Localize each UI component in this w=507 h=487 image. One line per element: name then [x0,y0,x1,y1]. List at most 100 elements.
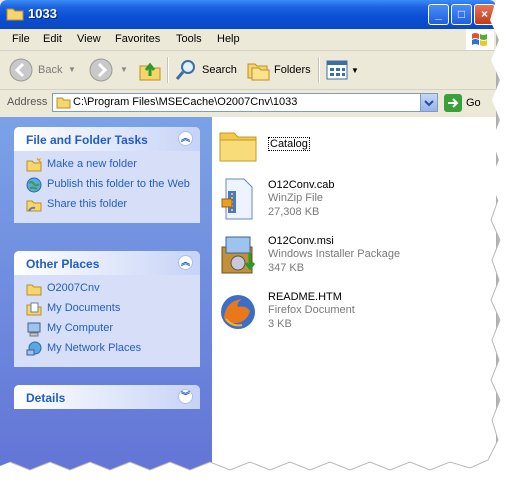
expand-chevron-icon[interactable]: ︾ [178,389,193,404]
views-icon [326,60,348,80]
menu-bar: File Edit View Favorites Tools Help [0,29,496,51]
file-name: Catalog [268,137,310,151]
file-name: README.HTM [268,291,342,303]
network-places-icon [26,341,42,356]
views-button[interactable]: ▼ [326,60,359,80]
toolbar-separator [318,57,320,83]
address-label: Address [7,96,48,108]
task-make-new-folder[interactable]: Make a new folder [14,155,200,175]
window-title: 1033 [28,6,57,21]
menu-favorites[interactable]: Favorites [115,33,160,45]
place-label: O2007Cnv [47,282,100,294]
file-name: O12Conv.msi [268,235,334,247]
file-item-readme-htm[interactable]: README.HTM Firefox Document 3 KB [216,289,355,333]
place-label: My Documents [47,302,121,314]
explorer-window: 1033 _ □ × File Edit View Favorites Tool… [0,0,496,470]
address-bar: Address C:\Program Files\MSECache\O2007C… [0,90,496,116]
search-button[interactable]: Search [174,58,237,82]
up-folder-icon [139,62,161,81]
folders-label: Folders [274,64,311,76]
back-dropdown-icon[interactable]: ▼ [68,65,76,74]
my-documents-icon [26,302,42,316]
place-label: My Computer [47,322,114,334]
file-type: Windows Installer Package [268,248,401,260]
task-label: Publish this folder to the Web [47,178,190,190]
panel-header[interactable]: File and Folder Tasks ︽ [14,127,200,151]
address-input[interactable]: C:\Program Files\MSECache\O2007Cnv\1033 [52,93,438,112]
forward-arrow-icon [89,58,113,82]
file-type: WinZip File [268,192,324,204]
other-places-panel: Other Places ︽ O2007Cnv My Documents My … [14,251,200,367]
file-item-o12conv-cab[interactable]: O12Conv.cab WinZip File 27,308 KB [216,177,334,221]
address-path: C:\Program Files\MSECache\O2007Cnv\1033 [73,96,298,108]
forward-dropdown-icon[interactable]: ▼ [120,65,128,74]
go-arrow-icon [444,94,462,112]
file-name: O12Conv.cab [268,179,335,191]
details-panel: Details ︾ [14,385,200,409]
task-label: Share this folder [47,198,128,210]
collapse-chevron-icon[interactable]: ︽ [178,131,193,146]
folder-icon [26,284,42,296]
search-label: Search [202,64,237,76]
panel-title: File and Folder Tasks [26,133,148,147]
folder-icon [6,8,24,21]
file-item-catalog[interactable]: Catalog [216,123,310,167]
file-size: 3 KB [268,318,292,330]
close-button[interactable]: × [474,4,495,25]
panel-body: O2007Cnv My Documents My Computer My Net… [14,275,200,367]
task-publish-web[interactable]: Publish this folder to the Web [14,175,200,195]
file-item-o12conv-msi[interactable]: O12Conv.msi Windows Installer Package 34… [216,233,400,277]
panel-header[interactable]: Details ︾ [14,385,200,409]
windows-logo [466,29,494,50]
views-dropdown-icon: ▼ [351,65,359,75]
new-folder-icon [26,157,42,172]
panel-title: Details [26,391,66,405]
minimize-button[interactable]: _ [428,4,449,25]
file-size: 27,308 KB [268,206,320,218]
title-bar[interactable]: 1033 _ □ × [0,0,496,29]
menu-file[interactable]: File [12,33,30,45]
menu-edit[interactable]: Edit [43,33,62,45]
toolbar-separator [167,57,169,83]
firefox-document-icon [221,295,255,329]
chevron-down-icon [424,100,434,107]
folders-button[interactable]: Folders [246,58,311,82]
up-folder-button[interactable] [138,58,162,82]
back-arrow-icon [9,58,33,82]
task-share-folder[interactable]: Share this folder [14,195,200,215]
back-button[interactable]: Back [8,57,62,83]
place-my-network[interactable]: My Network Places [14,339,200,359]
folders-icon [247,63,270,81]
installer-package-icon [221,236,256,274]
toolbar: Back ▼ ▼ Search Folders ▼ [0,51,496,90]
file-type: Firefox Document [268,304,355,316]
panel-header[interactable]: Other Places ︽ [14,251,200,275]
menu-help[interactable]: Help [217,33,240,45]
panel-title: Other Places [26,257,100,271]
address-dropdown-button[interactable] [420,94,437,111]
collapse-chevron-icon[interactable]: ︽ [178,255,193,270]
back-label: Back [38,64,63,76]
publish-web-icon [26,177,42,193]
maximize-button[interactable]: □ [451,4,472,25]
folder-icon [56,97,71,109]
windows-flag-icon [472,33,487,46]
menu-tools[interactable]: Tools [176,33,202,45]
file-size: 347 KB [268,262,305,274]
place-my-computer[interactable]: My Computer [14,319,200,339]
place-my-documents[interactable]: My Documents [14,299,200,319]
share-folder-icon [26,200,42,212]
go-label: Go [466,97,481,109]
search-icon [175,60,195,80]
place-label: My Network Places [47,342,142,354]
go-button[interactable]: Go [444,94,481,112]
file-list: Catalog O12Conv.cab WinZip File 27,308 K… [212,117,496,470]
forward-button[interactable] [88,57,114,83]
task-label: Make a new folder [47,158,137,170]
winzip-file-icon [221,178,253,220]
place-o2007cnv[interactable]: O2007Cnv [14,279,200,299]
menu-view[interactable]: View [77,33,101,45]
file-folder-tasks-panel: File and Folder Tasks ︽ Make a new folde… [14,127,200,223]
my-computer-icon [27,322,41,337]
task-pane: File and Folder Tasks ︽ Make a new folde… [0,117,212,470]
